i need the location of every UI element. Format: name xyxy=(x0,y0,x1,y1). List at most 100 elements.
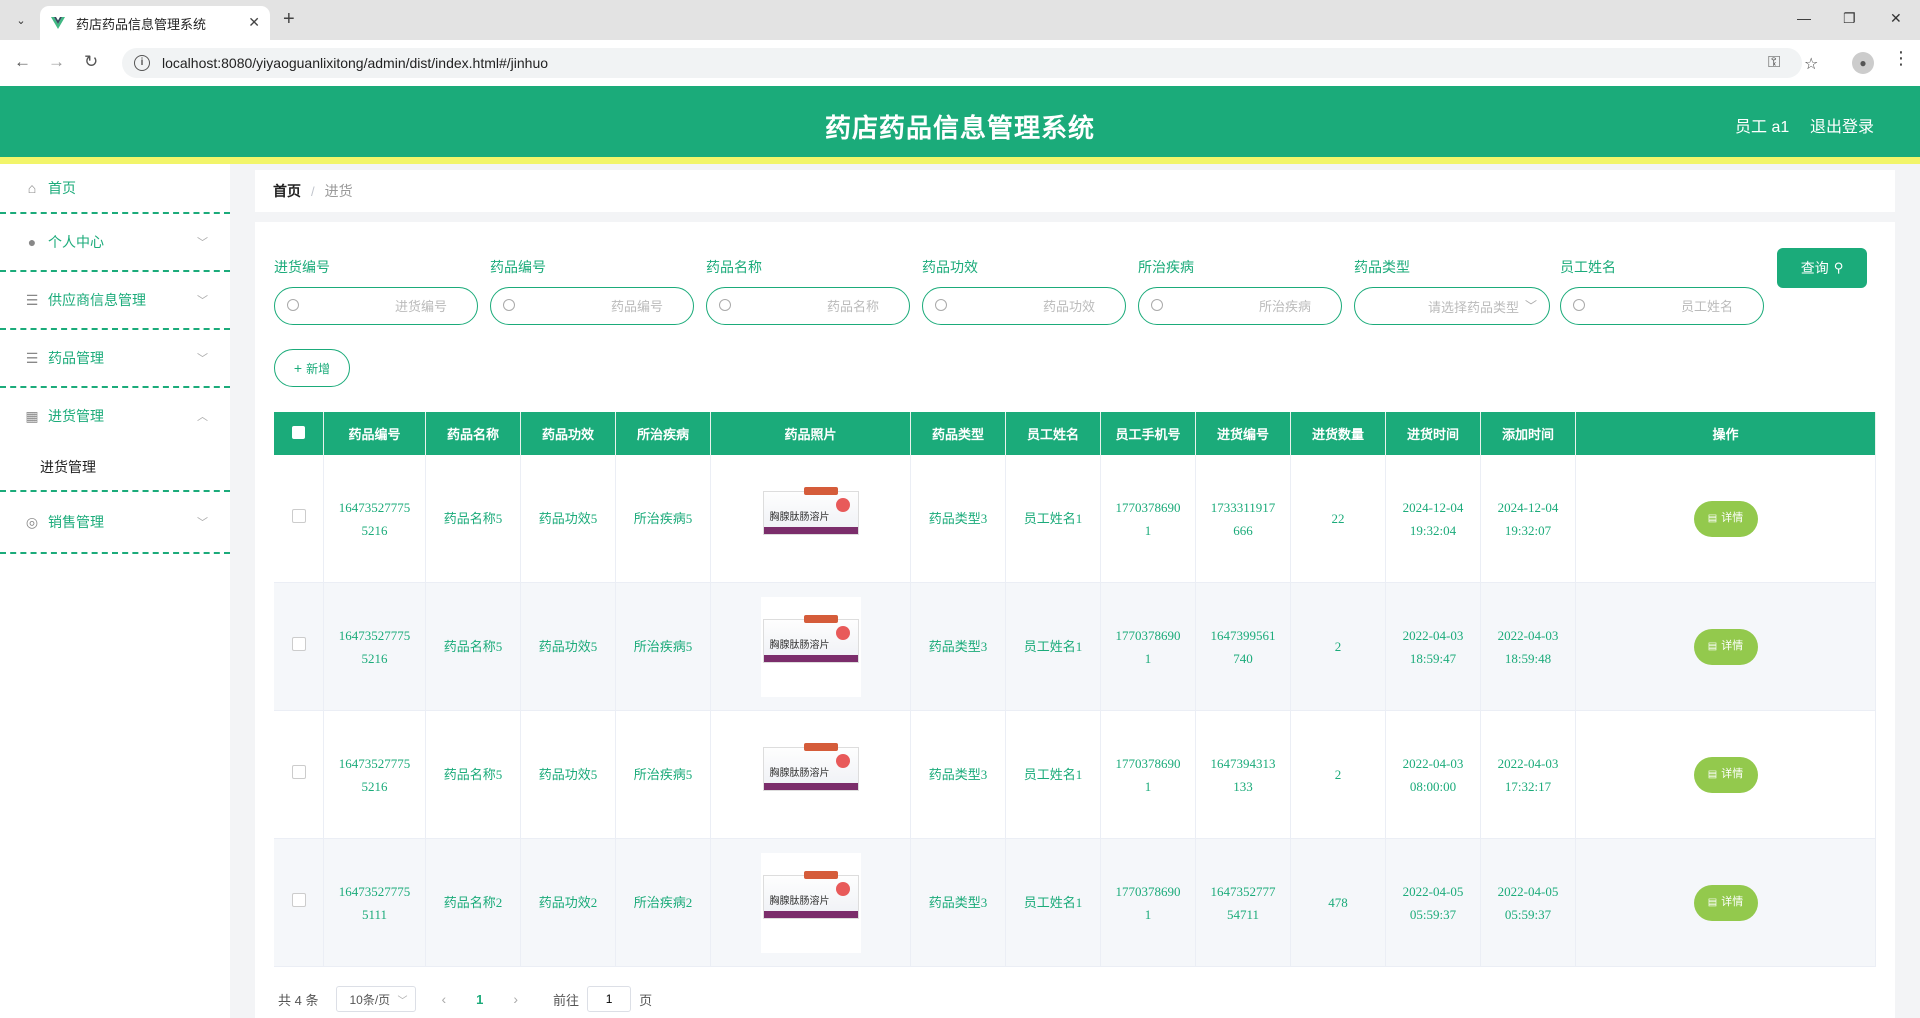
minimize-icon[interactable]: — xyxy=(1797,10,1811,26)
next-page-icon[interactable]: › xyxy=(513,991,518,1007)
sidebar-item-drugs[interactable]: ☰ 药品管理 ﹀ xyxy=(0,330,230,388)
row-checkbox-cell xyxy=(274,838,324,967)
row-checkbox[interactable] xyxy=(291,765,306,779)
star-icon[interactable]: ☆ xyxy=(1804,54,1818,74)
cell-purchase-no: 1647352777 54711 xyxy=(1195,838,1291,967)
brand-tag-shape xyxy=(803,486,838,495)
cell-text: 所治疾病5 xyxy=(633,639,693,654)
window-close-icon[interactable]: ✕ xyxy=(1890,10,1902,27)
cell-drug-effect: 药品功效5 xyxy=(520,710,616,839)
brand-tag-shape xyxy=(803,614,838,623)
site-info-icon[interactable]: i xyxy=(134,55,150,71)
detail-button[interactable]: ▤ 详情 xyxy=(1693,756,1758,793)
cell-staff-name: 员工姓名1 xyxy=(1005,582,1101,711)
cell-text: 药品名称2 xyxy=(443,895,503,910)
cell-disease: 所治疾病5 xyxy=(615,582,711,711)
grid-icon: ▦ xyxy=(25,407,39,424)
breadcrumb-home[interactable]: 首页 xyxy=(273,181,301,201)
disease-input[interactable] xyxy=(1138,287,1342,325)
add-button[interactable]: + 新增 xyxy=(274,349,350,387)
restore-icon[interactable]: ❐ xyxy=(1843,10,1856,27)
col-header: 进货编号 xyxy=(1195,412,1291,455)
pagination-total: 共 4 条 xyxy=(278,992,319,1008)
browser-tab[interactable]: 药店药品信息管理系统 ✕ xyxy=(40,6,270,40)
drug-code-input[interactable] xyxy=(490,287,694,325)
profile-avatar-icon[interactable]: ● xyxy=(1852,52,1874,74)
search-icon xyxy=(287,299,299,311)
sidebar: ⌂ 首页 ● 个人中心 ﹀ ☰ 供应商信息管理 ﹀ ☰ 药品管理 ﹀ ▦ 进货管… xyxy=(0,164,230,1018)
cell-staff-phone: 1770378690 1 xyxy=(1100,710,1196,839)
key-icon[interactable]: ⚿ xyxy=(1768,54,1780,72)
row-checkbox[interactable] xyxy=(291,637,306,651)
sidebar-item-sales[interactable]: ◎ 销售管理 ﹀ xyxy=(0,492,230,554)
drug-box-text: 胸腺肽肠溶片 xyxy=(769,639,830,651)
filter-label-drug-name: 药品名称 xyxy=(706,259,762,275)
reload-icon[interactable]: ↻ xyxy=(84,52,98,72)
sidebar-item-profile[interactable]: ● 个人中心 ﹀ xyxy=(0,214,230,272)
cell-drug-photo: 胸腺肽肠溶片 xyxy=(710,582,911,711)
vue-logo-icon xyxy=(51,17,65,29)
sidebar-item-suppliers[interactable]: ☰ 供应商信息管理 ﹀ xyxy=(0,272,230,330)
page-number[interactable]: 1 xyxy=(476,992,483,1007)
url-field[interactable]: i localhost:8080/yiyaoguanlixitong/admin… xyxy=(122,48,1818,78)
drug-name-field[interactable] xyxy=(707,297,909,315)
row-checkbox[interactable] xyxy=(291,893,306,907)
cell-added-time: 2022-04-05 05:59:37 xyxy=(1480,838,1576,967)
query-button[interactable]: 查询 ⚲ xyxy=(1777,248,1867,288)
col-header: 药品功效 xyxy=(520,412,616,455)
prev-page-icon[interactable]: ‹ xyxy=(441,991,446,1007)
sidebar-item-home[interactable]: ⌂ 首页 xyxy=(0,164,230,214)
cell-text: 2022-04-03 xyxy=(1497,627,1559,643)
row-checkbox[interactable] xyxy=(291,509,306,523)
search-icon xyxy=(935,299,947,311)
staff-name-input[interactable] xyxy=(1560,287,1764,325)
sidebar-item-purchase[interactable]: ▦ 进货管理 ︿ xyxy=(0,388,230,444)
staff-name-field[interactable] xyxy=(1561,297,1763,315)
goto-page-input[interactable] xyxy=(587,986,632,1012)
drug-effect-field[interactable] xyxy=(923,297,1125,315)
cell-text: 19:32:04 xyxy=(1409,522,1457,538)
drug-type-select[interactable]: 请选择药品类型 ﹀ xyxy=(1354,287,1550,325)
plus-icon: + xyxy=(293,360,303,376)
page-size-select[interactable]: 10条/页 ﹀ xyxy=(336,986,417,1012)
detail-button[interactable]: ▤ 详情 xyxy=(1693,500,1758,537)
tab-search-chevron-icon[interactable]: ⌄ xyxy=(8,8,34,32)
cell-disease: 所治疾病5 xyxy=(615,455,711,583)
drug-box-image: 胸腺肽肠溶片 xyxy=(762,742,859,791)
browser-menu-icon[interactable]: ⋮ xyxy=(1892,48,1910,69)
sidebar-subitem-purchase[interactable]: 进货管理 xyxy=(0,444,230,492)
cell-added-time: 2022-04-03 18:59:48 xyxy=(1480,582,1576,711)
page-size-value: 10条/页 xyxy=(349,992,391,1007)
cell-staff-phone: 1770378690 1 xyxy=(1100,455,1196,583)
table-row: 16473527775 5216 药品名称5 药品功效5 所治疾病5 胸腺肽肠溶片 药品类型… xyxy=(274,582,1876,711)
cell-text: 药品类型3 xyxy=(928,639,988,654)
app-title: 药店药品信息管理系统 xyxy=(824,113,1095,143)
select-all-checkbox[interactable] xyxy=(274,412,324,455)
cell-text: 1770378690 xyxy=(1115,755,1181,771)
drug-name-input[interactable] xyxy=(706,287,910,325)
browser-tabbar: ⌄ 药店药品信息管理系统 ✕ + — ❐ ✕ xyxy=(0,0,1920,40)
detail-button-label: 详情 xyxy=(1721,768,1744,780)
cell-text: 16473527775 xyxy=(338,499,411,515)
drug-box-image: 胸腺肽肠溶片 xyxy=(762,614,859,663)
cell-text: 药品功效5 xyxy=(538,767,598,782)
new-tab-icon[interactable]: + xyxy=(283,9,295,29)
cell-text: 1 xyxy=(1144,906,1152,922)
tab-close-icon[interactable]: ✕ xyxy=(248,14,260,31)
box-band-shape xyxy=(763,910,858,918)
cell-text: 药品功效5 xyxy=(538,511,598,526)
drug-effect-input[interactable] xyxy=(922,287,1126,325)
logout-link[interactable]: 退出登录 xyxy=(1810,113,1874,137)
cell-text: 666 xyxy=(1233,522,1253,538)
cell-text: 2 xyxy=(1334,767,1342,782)
forward-icon[interactable]: → xyxy=(48,52,65,72)
purchase-no-input[interactable] xyxy=(274,287,478,325)
drug-code-field[interactable] xyxy=(491,297,693,315)
purchase-no-field[interactable] xyxy=(275,297,477,315)
detail-button[interactable]: ▤ 详情 xyxy=(1693,628,1758,665)
disease-field[interactable] xyxy=(1139,297,1341,315)
sidebar-item-label: 药品管理 xyxy=(48,350,104,366)
detail-button[interactable]: ▤ 详情 xyxy=(1693,884,1758,921)
back-icon[interactable]: ← xyxy=(14,52,31,72)
cell-text: 所治疾病5 xyxy=(633,511,693,526)
